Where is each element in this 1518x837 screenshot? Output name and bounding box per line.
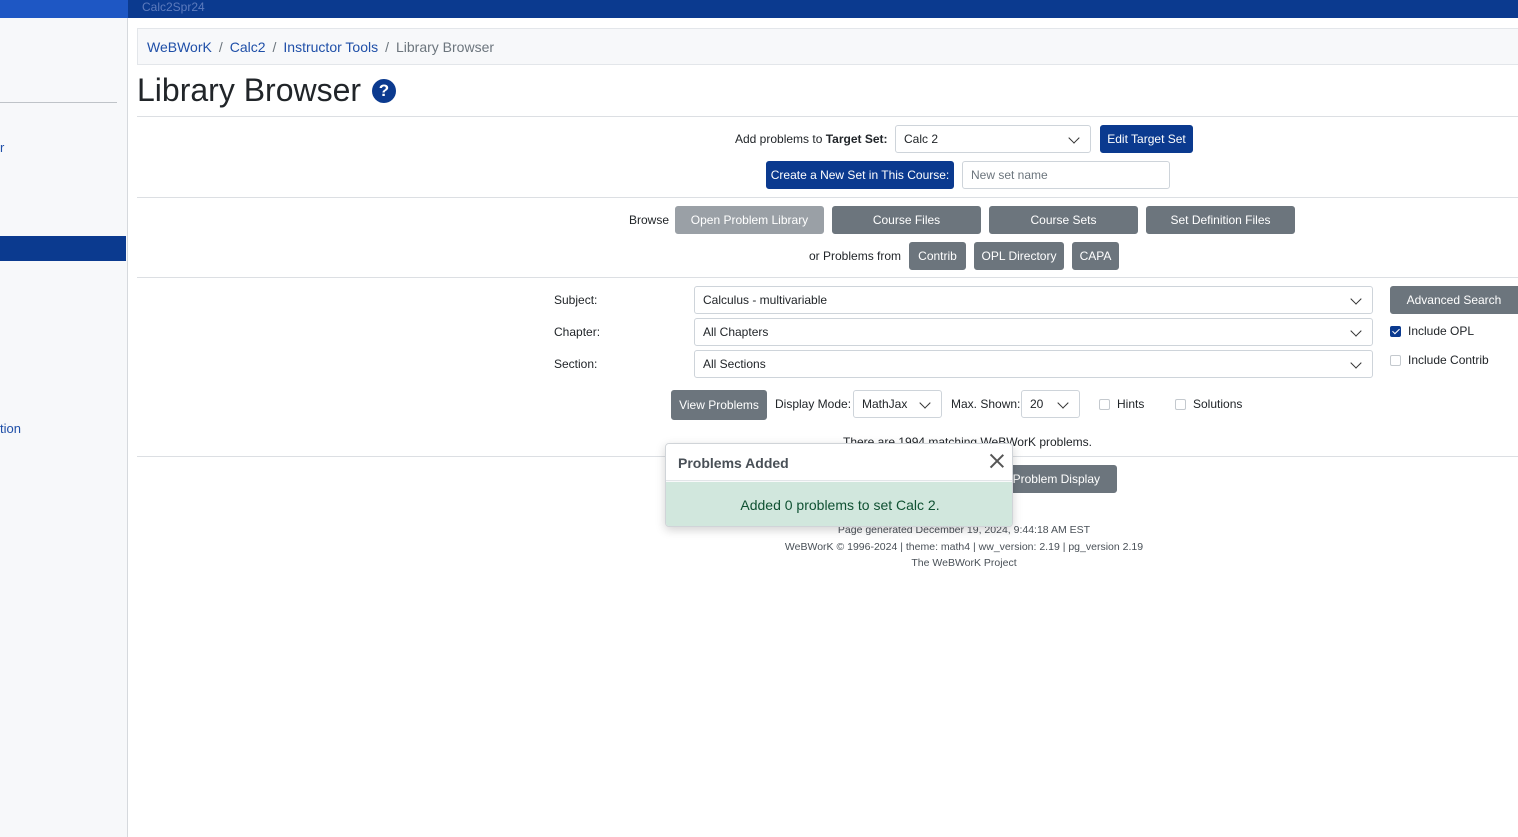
problems-added-toast: Problems Added Added 0 problems to set C… bbox=[665, 443, 1013, 527]
solutions-label: Solutions bbox=[1193, 397, 1243, 411]
solutions-checkbox[interactable] bbox=[1175, 399, 1186, 410]
include-opl-label: Include OPL bbox=[1408, 324, 1475, 338]
chapter-label: Chapter: bbox=[554, 325, 601, 339]
set-definition-files-button[interactable]: Set Definition Files bbox=[1146, 206, 1295, 234]
chevron-down-icon bbox=[1350, 293, 1362, 305]
breadcrumb-separator: / bbox=[385, 39, 389, 55]
create-new-set-button[interactable]: Create a New Set in This Course: bbox=[766, 161, 954, 189]
target-set-select[interactable]: Calc 2 bbox=[895, 125, 1091, 153]
section-select[interactable]: All Sections bbox=[694, 350, 1373, 378]
subject-value: Calculus - multivariable bbox=[703, 293, 828, 307]
breadcrumb-separator: / bbox=[272, 39, 277, 55]
toast-header: Problems Added bbox=[666, 444, 1012, 481]
problems-from-label: or Problems from bbox=[809, 249, 902, 263]
display-mode-value: MathJax bbox=[862, 397, 908, 411]
divider bbox=[137, 197, 1518, 198]
hints-label: Hints bbox=[1117, 397, 1145, 411]
help-icon[interactable]: ? bbox=[372, 79, 396, 103]
open-problem-library-button[interactable]: Open Problem Library bbox=[675, 206, 824, 234]
browse-label: Browse bbox=[629, 213, 670, 227]
include-contrib-label: Include Contrib bbox=[1408, 353, 1489, 367]
chapter-value: All Chapters bbox=[703, 325, 769, 339]
max-shown-value: 20 bbox=[1030, 397, 1044, 411]
breadcrumb-current: Library Browser bbox=[395, 39, 495, 55]
chevron-down-icon bbox=[1350, 357, 1362, 369]
sidebar-divider bbox=[0, 102, 117, 103]
display-mode-label: Display Mode: bbox=[775, 397, 852, 411]
edit-target-set-button[interactable]: Edit Target Set bbox=[1100, 125, 1193, 153]
course-name: Calc2Spr24 bbox=[142, 0, 205, 14]
toast-message: Added 0 problems to set Calc 2. bbox=[666, 482, 1012, 526]
breadcrumb-separator: / bbox=[218, 39, 223, 55]
section-value: All Sections bbox=[703, 357, 766, 371]
target-set-value: Calc 2 bbox=[904, 132, 939, 146]
view-problems-button[interactable]: View Problems bbox=[671, 390, 767, 420]
target-set-label-prefix: Add problems to bbox=[735, 132, 823, 146]
breadcrumb-course[interactable]: Calc2 bbox=[230, 39, 266, 55]
advanced-search-button[interactable]: Advanced Search bbox=[1390, 286, 1518, 314]
include-contrib-checkbox[interactable] bbox=[1390, 355, 1401, 366]
section-label: Section: bbox=[554, 357, 598, 371]
breadcrumb-instructor-tools[interactable]: Instructor Tools bbox=[283, 39, 378, 55]
breadcrumb: WeBWorK / Calc2 / Instructor Tools / Library B… bbox=[137, 28, 1518, 65]
contrib-button[interactable]: Contrib bbox=[909, 242, 966, 270]
top-navbar: Calc2Spr24 bbox=[0, 0, 1518, 18]
breadcrumb-webwork[interactable]: WeBWorK bbox=[147, 39, 212, 55]
navbar-logo-area bbox=[0, 0, 128, 18]
chevron-down-icon bbox=[1068, 132, 1080, 144]
footer-version: WeBWorK © 1996-2024 | theme: math4 | ww_… bbox=[784, 541, 1144, 553]
new-set-name-input[interactable]: New set name bbox=[962, 161, 1170, 189]
divider bbox=[137, 116, 1518, 117]
chevron-down-icon bbox=[1350, 325, 1362, 337]
chevron-down-icon bbox=[919, 397, 931, 409]
course-sets-button[interactable]: Course Sets bbox=[989, 206, 1138, 234]
display-mode-select[interactable]: MathJax bbox=[853, 390, 942, 418]
course-files-button[interactable]: Course Files bbox=[832, 206, 981, 234]
opl-directory-button[interactable]: OPL Directory bbox=[974, 242, 1064, 270]
target-set-label: Add problems to Target Set: bbox=[735, 132, 888, 146]
chapter-select[interactable]: All Chapters bbox=[694, 318, 1373, 346]
subject-label: Subject: bbox=[554, 293, 598, 307]
sidebar-item-active[interactable] bbox=[0, 236, 126, 261]
sidebar-item-fragment[interactable]: tion bbox=[0, 421, 21, 436]
footer-project: The WeBWorK Project bbox=[911, 557, 1017, 569]
sidebar: r tion bbox=[0, 18, 128, 837]
close-icon[interactable] bbox=[988, 452, 1006, 470]
page-title: Library Browser bbox=[137, 72, 362, 108]
max-shown-select[interactable]: 20 bbox=[1021, 390, 1080, 418]
max-shown-label: Max. Shown: bbox=[951, 397, 1021, 411]
divider bbox=[137, 277, 1518, 278]
hints-checkbox[interactable] bbox=[1099, 399, 1110, 410]
subject-select[interactable]: Calculus - multivariable bbox=[694, 286, 1373, 314]
sidebar-item-fragment[interactable]: r bbox=[0, 140, 4, 155]
toast-title: Problems Added bbox=[678, 455, 789, 471]
include-opl-checkbox[interactable] bbox=[1390, 326, 1401, 337]
target-set-label-bold: Target Set: bbox=[825, 132, 888, 146]
chevron-down-icon bbox=[1057, 397, 1069, 409]
capa-button[interactable]: CAPA bbox=[1072, 242, 1119, 270]
